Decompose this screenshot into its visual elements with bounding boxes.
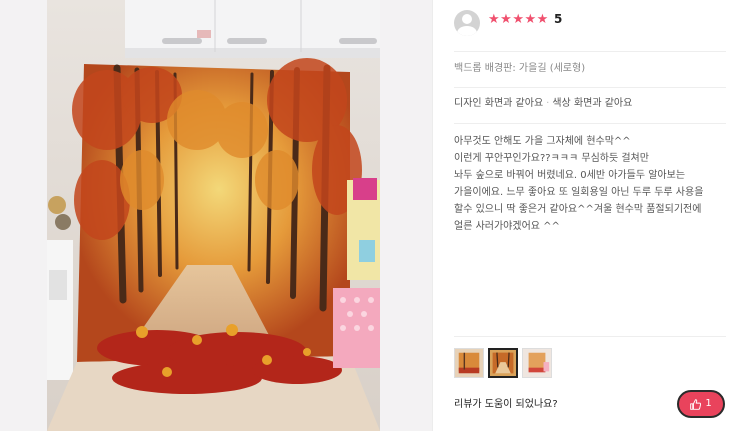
photo-thumbnail-1[interactable] (454, 348, 484, 378)
reviewer-row: ★ ★ ★ ★ ★ 5 (454, 8, 726, 38)
review-detail-panel: ★ ★ ★ ★ ★ 5 백드롭 배경판: 가을길 (세로형) 디자인 화면과 같아요 · 색… (454, 0, 726, 431)
rating-score: 5 (554, 12, 563, 26)
product-option: 백드롭 배경판: 가을길 (세로형) (454, 63, 586, 74)
review-text-line: 가을이에요. 느무 좋아요 또 일회용일 아닌 두루 두루 사용을 (454, 187, 704, 198)
star-icon: ★ (512, 12, 524, 27)
review-text-line: 이런게 꾸안꾸인가요??ㅋㅋㅋ 무심하듯 걸쳐만 (454, 153, 649, 164)
evaluation-color: 색상 화면과 같아요 (552, 98, 633, 109)
thumbs-up-icon (690, 398, 702, 410)
star-rating: ★ ★ ★ ★ ★ (488, 12, 549, 28)
star-icon: ★ (524, 12, 537, 27)
review-text: 아무것도 안해도 가을 그자체에 현수막^^ 이런게 꾸안꾸인가요??ㅋㅋㅋ 무… (454, 133, 726, 235)
helpful-question: 리뷰가 도움이 되었나요? (454, 399, 558, 410)
photo-thumbnails (454, 348, 552, 378)
star-icon: ★ (536, 12, 549, 27)
star-icon: ★ (488, 12, 500, 27)
divider (454, 51, 726, 52)
review-main-photo[interactable] (47, 0, 380, 431)
thumbnail-image (523, 349, 551, 377)
thumbnail-image (455, 349, 483, 377)
panel-divider (432, 0, 433, 431)
photo-thumbnail-3[interactable] (522, 348, 552, 378)
evaluation-summary: 디자인 화면과 같아요 · 색상 화면과 같아요 (454, 97, 632, 111)
avatar-body (457, 26, 477, 36)
autumn-backdrop-photo (47, 0, 380, 431)
review-text-line: 얼른 사러가야겠어요 ^^ (454, 221, 560, 232)
photo-thumbnail-2[interactable] (488, 348, 518, 378)
review-text-line: 놔두 숲으로 바꿔어 버렸네요. 0세반 아가들두 알아보는 (454, 170, 686, 181)
divider (454, 123, 726, 124)
divider (454, 87, 726, 88)
star-icon: ★ (500, 12, 512, 27)
avatar (454, 10, 480, 36)
avatar-head (462, 14, 472, 24)
helpful-button[interactable]: 1 (677, 390, 725, 418)
helpful-count: 1 (705, 398, 712, 409)
dot-separator: · (546, 98, 550, 109)
divider (454, 336, 726, 337)
thumbnail-image (490, 350, 516, 376)
evaluation-design: 디자인 화면과 같아요 (454, 98, 544, 109)
review-photo-viewer (0, 0, 432, 431)
review-text-line: 아무것도 안해도 가을 그자체에 현수막^^ (454, 136, 631, 147)
review-text-line: 할수 있으니 딱 좋은거 같아요^^겨울 현수막 품절되기전에 (454, 204, 702, 215)
